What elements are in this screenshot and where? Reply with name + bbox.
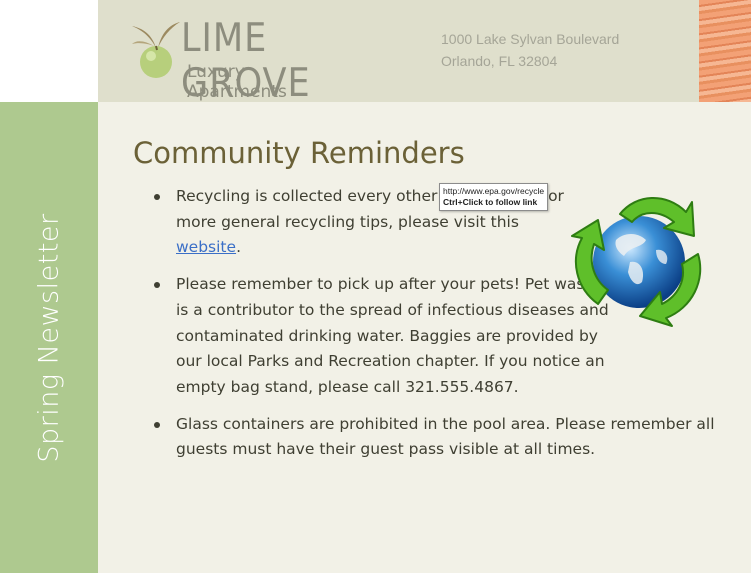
brand-tagline: Luxury Apartments (187, 62, 287, 102)
list-item-text: Glass containers are prohibited in the p… (176, 414, 715, 459)
bullet-icon (154, 194, 160, 200)
sidebar-label: Spring Newsletter (33, 213, 65, 463)
bullet-icon (154, 421, 160, 428)
lime-grove-logo: LIME GROVE Luxury Apartments (130, 14, 345, 106)
list-item-text: Please remember to pick up after your pe… (176, 275, 609, 396)
list-item-text-after: . (236, 238, 241, 257)
website-link[interactable]: website (176, 238, 236, 256)
list-item: Glass containers are prohibited in the p… (150, 412, 715, 463)
lime-logo-icon (132, 22, 180, 78)
address-block: 1000 Lake Sylvan Boulevard Orlando, FL 3… (441, 28, 619, 72)
recycle-globe-icon (571, 197, 702, 327)
page-title: Community Reminders (133, 136, 465, 170)
tooltip-url: http://www.epa.gov/recycle (443, 186, 545, 196)
address-line-2: Orlando, FL 32804 (441, 53, 558, 69)
decorative-stripes (699, 0, 751, 102)
bullet-icon (154, 282, 160, 289)
tooltip-hint: Ctrl+Click to follow link (443, 197, 538, 207)
address-line-1: 1000 Lake Sylvan Boulevard (441, 31, 620, 47)
link-tooltip: http://www.epa.gov/recycle Ctrl+Click to… (439, 183, 549, 211)
header-left-blank (0, 0, 98, 102)
